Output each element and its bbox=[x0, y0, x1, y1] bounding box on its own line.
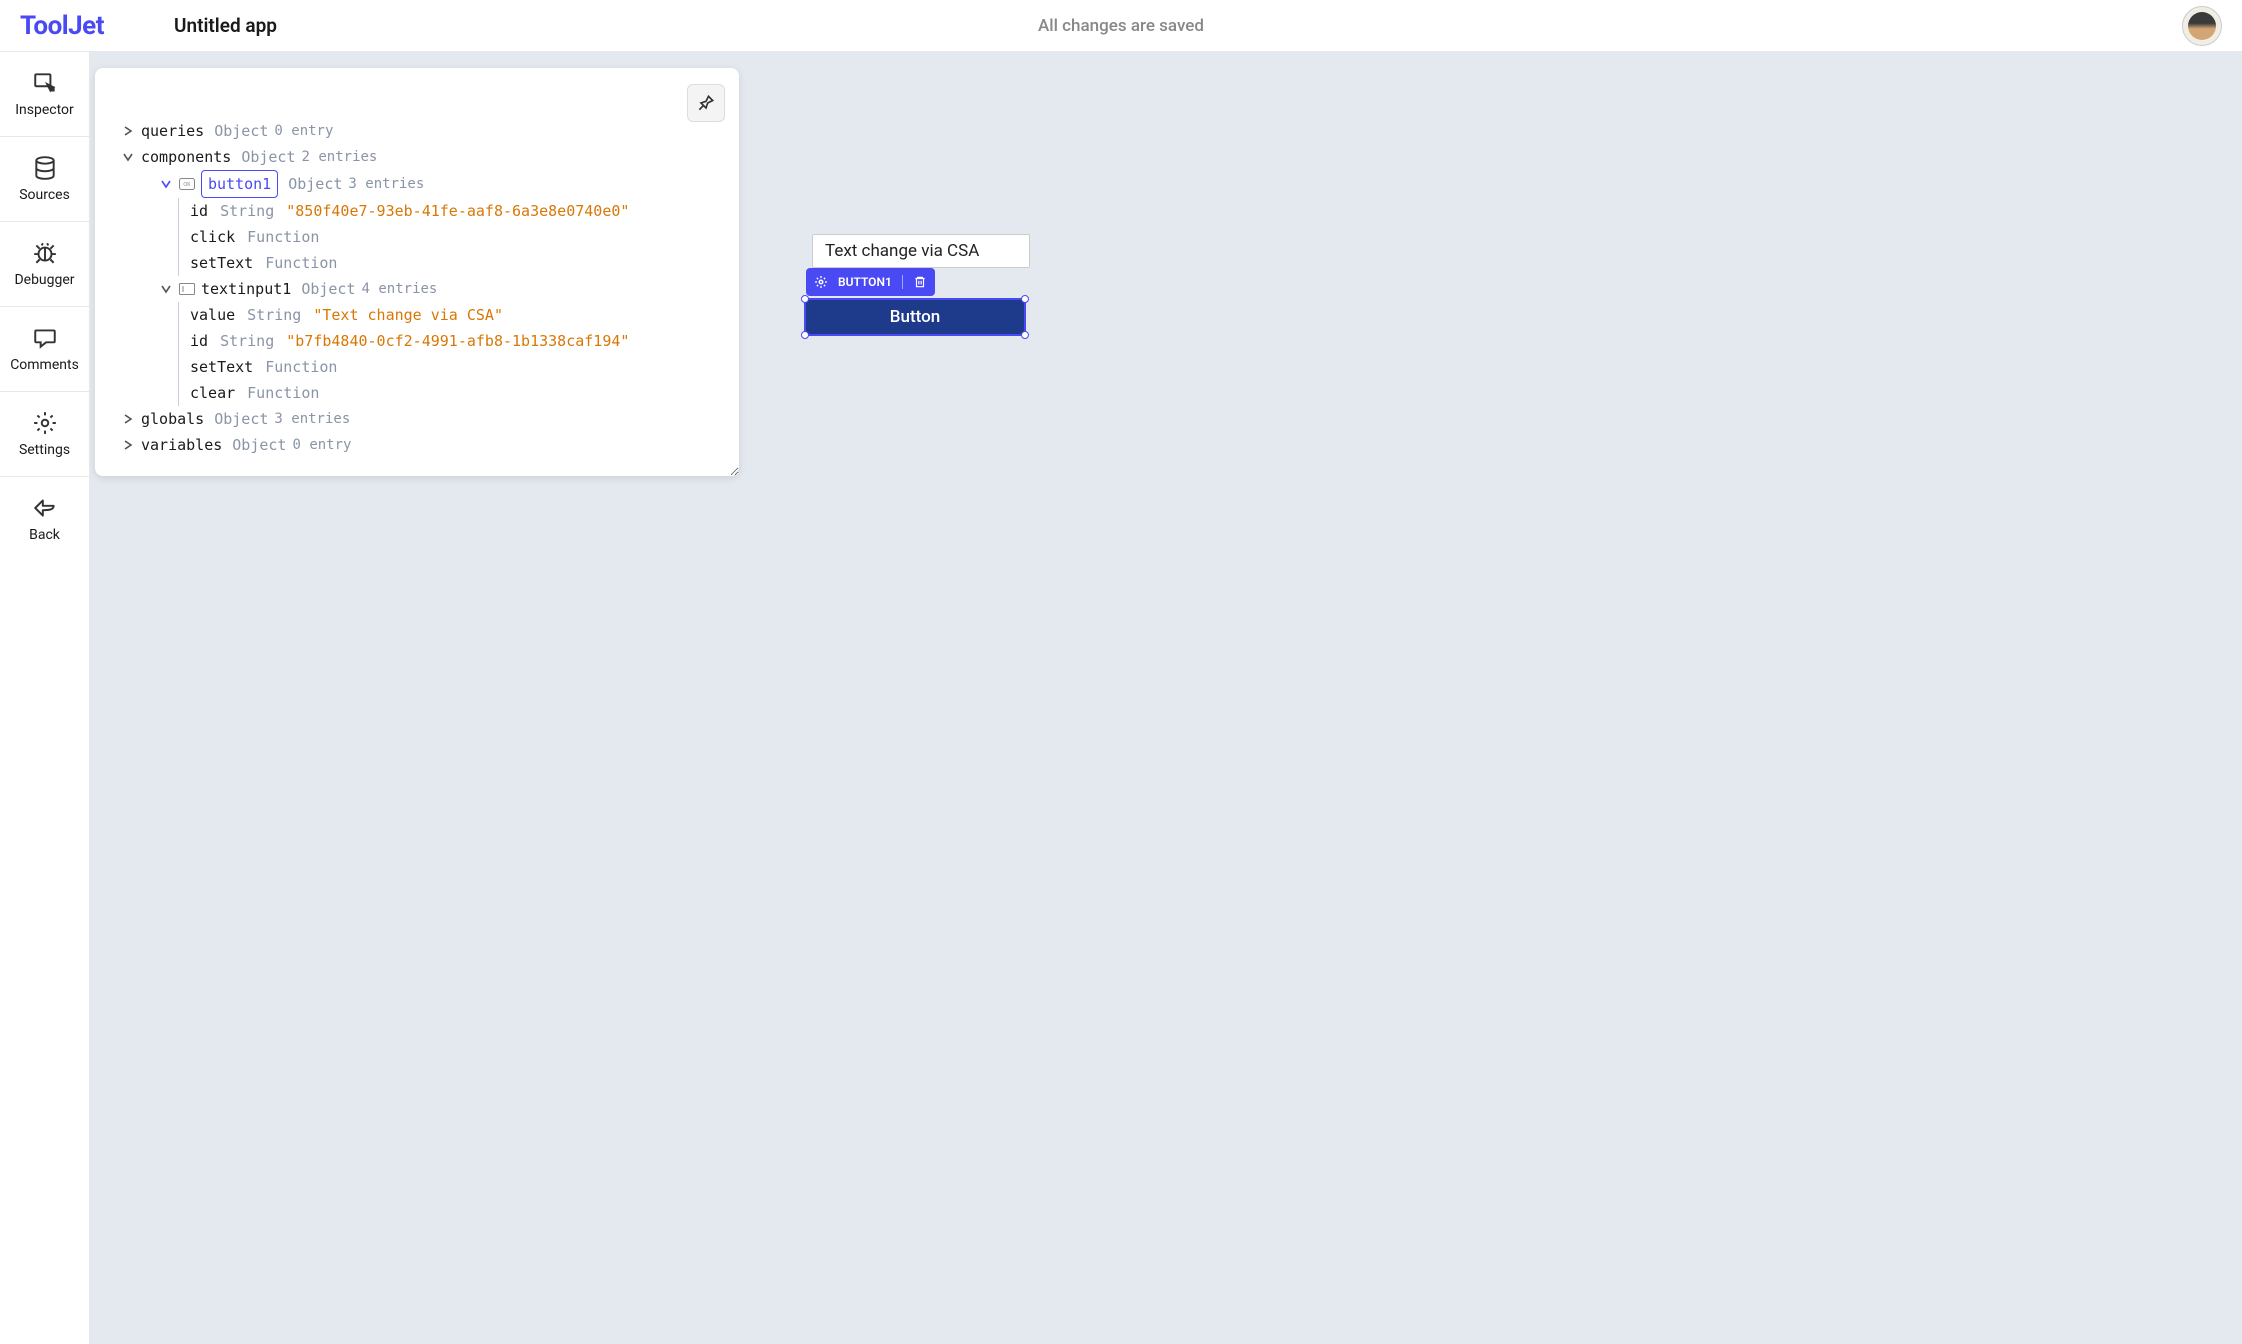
gear-icon bbox=[32, 410, 58, 436]
sidebar-item-label: Inspector bbox=[15, 102, 74, 118]
back-icon bbox=[32, 495, 58, 521]
canvas-text-input[interactable]: Text change via CSA bbox=[812, 234, 1030, 268]
selection-toolbar: BUTTON1 bbox=[806, 268, 935, 296]
trash-icon[interactable] bbox=[913, 275, 927, 289]
pin-icon bbox=[696, 93, 716, 113]
text-input-value: Text change via CSA bbox=[825, 241, 979, 261]
gear-icon[interactable] bbox=[814, 275, 828, 289]
inspector-icon bbox=[32, 70, 58, 96]
logo: ToolJet bbox=[20, 11, 104, 41]
object-tree: queries Object 0 entry components Object… bbox=[113, 118, 721, 458]
resize-handle[interactable] bbox=[801, 295, 809, 303]
sidebar: Inspector Sources Debugger bbox=[0, 52, 90, 1344]
button-label: Button bbox=[890, 307, 940, 327]
chevron-down-icon[interactable] bbox=[159, 179, 173, 189]
sidebar-item-back[interactable]: Back bbox=[0, 477, 89, 561]
canvas-button[interactable]: Button bbox=[804, 298, 1026, 336]
svg-text:OK: OK bbox=[183, 182, 191, 188]
sidebar-item-label: Back bbox=[29, 527, 60, 543]
tree-node-variables[interactable]: variables Object 0 entry bbox=[113, 432, 721, 458]
tree-prop-settext[interactable]: setText Function bbox=[178, 250, 721, 276]
textinput-component-icon bbox=[179, 283, 195, 295]
button-component-icon: OK bbox=[179, 178, 195, 190]
tree-prop-settext[interactable]: setText Function bbox=[178, 354, 721, 380]
tree-node-queries[interactable]: queries Object 0 entry bbox=[113, 118, 721, 144]
tree-prop-value[interactable]: value String "Text change via CSA" bbox=[178, 302, 721, 328]
inspector-panel: queries Object 0 entry components Object… bbox=[95, 68, 739, 476]
pin-button[interactable] bbox=[687, 84, 725, 122]
avatar-image bbox=[2188, 12, 2216, 40]
canvas-button-selection: BUTTON1 Button bbox=[804, 268, 1026, 336]
database-icon bbox=[32, 155, 58, 181]
resize-handle[interactable] bbox=[1021, 295, 1029, 303]
sidebar-item-comments[interactable]: Comments bbox=[0, 307, 89, 392]
resize-handle[interactable] bbox=[1021, 331, 1029, 339]
chevron-right-icon[interactable] bbox=[121, 414, 135, 424]
sidebar-item-label: Sources bbox=[19, 187, 70, 203]
chevron-right-icon[interactable] bbox=[121, 440, 135, 450]
sidebar-item-label: Settings bbox=[19, 442, 70, 458]
sidebar-item-inspector[interactable]: Inspector bbox=[0, 52, 89, 137]
canvas-area[interactable]: queries Object 0 entry components Object… bbox=[90, 52, 2242, 1344]
tree-prop-clear[interactable]: clear Function bbox=[178, 380, 721, 406]
tree-prop-id[interactable]: id String "850f40e7-93eb-41fe-aaf8-6a3e8… bbox=[178, 198, 721, 224]
tree-prop-click[interactable]: click Function bbox=[178, 224, 721, 250]
app-title[interactable]: Untitled app bbox=[174, 14, 277, 37]
chevron-down-icon[interactable] bbox=[159, 284, 173, 294]
selection-label[interactable]: BUTTON1 bbox=[838, 275, 892, 289]
tree-node-components[interactable]: components Object 2 entries bbox=[113, 144, 721, 170]
tree-node-globals[interactable]: globals Object 3 entries bbox=[113, 406, 721, 432]
tree-prop-id[interactable]: id String "b7fb4840-0cf2-4991-afb8-1b133… bbox=[178, 328, 721, 354]
chevron-right-icon[interactable] bbox=[121, 126, 135, 136]
avatar[interactable] bbox=[2182, 6, 2222, 46]
sidebar-item-debugger[interactable]: Debugger bbox=[0, 222, 89, 307]
divider bbox=[902, 275, 903, 289]
resize-handle[interactable] bbox=[801, 331, 809, 339]
sidebar-item-settings[interactable]: Settings bbox=[0, 392, 89, 477]
sidebar-item-sources[interactable]: Sources bbox=[0, 137, 89, 222]
tree-node-button1[interactable]: OK button1 Object 3 entries bbox=[130, 170, 721, 198]
chevron-down-icon[interactable] bbox=[121, 152, 135, 162]
comment-icon bbox=[32, 325, 58, 351]
bug-icon bbox=[32, 240, 58, 266]
sidebar-item-label: Debugger bbox=[14, 272, 74, 288]
tree-node-textinput1[interactable]: textinput1 Object 4 entries bbox=[130, 276, 721, 302]
sidebar-item-label: Comments bbox=[10, 357, 79, 373]
header: ToolJet Untitled app All changes are sav… bbox=[0, 0, 2242, 52]
save-status: All changes are saved bbox=[1038, 16, 1204, 36]
